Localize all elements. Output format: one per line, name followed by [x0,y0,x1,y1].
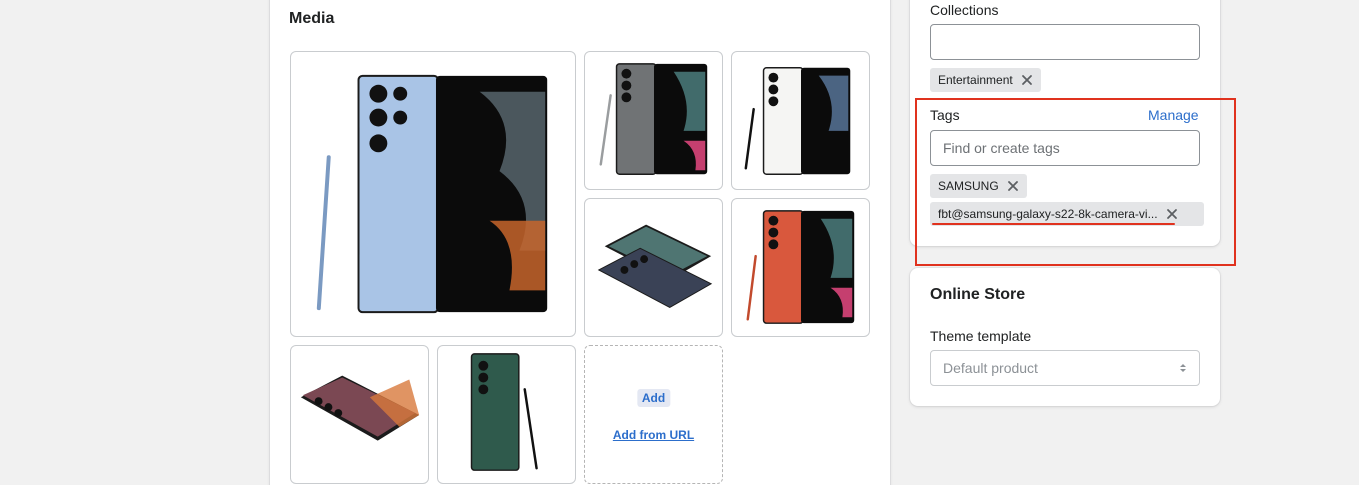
media-add-dropzone[interactable]: Add Add from URL [584,345,723,484]
highlight-underline [932,223,1175,225]
media-image-red[interactable] [731,198,870,337]
media-image-graphite[interactable] [584,51,723,190]
collection-chip-entertainment: Entertainment [930,68,1041,92]
theme-template-value: Default product [943,360,1038,376]
phone-image-green [470,353,538,471]
remove-collection-icon[interactable] [1021,74,1033,86]
phone-image-white [744,67,851,175]
online-store-card: Online Store Theme template Default prod… [910,268,1220,406]
theme-template-label: Theme template [930,328,1032,344]
phone-image-red [746,210,855,324]
remove-tag-icon[interactable] [1166,208,1178,220]
theme-template-select[interactable]: Default product [930,350,1200,386]
remove-tag-icon[interactable] [1007,180,1019,192]
media-card: Media Add Add from URL [270,0,890,485]
phone-image-graphite [599,63,708,175]
add-media-button[interactable]: Add [636,389,671,407]
media-image-white[interactable] [731,51,870,190]
media-image-burgundy[interactable] [290,345,429,484]
collections-input[interactable] [930,24,1200,60]
collections-label: Collections [930,2,999,18]
tags-input[interactable] [930,130,1200,166]
collection-chip-label: Entertainment [938,73,1013,87]
phone-image-blue [316,74,548,314]
online-store-title: Online Store [930,286,1026,303]
media-image-green[interactable] [437,345,576,484]
phone-image-flat [597,224,713,308]
organization-card: Collections Entertainment Tags Manage SA… [910,0,1220,246]
tags-label: Tags [930,107,960,123]
phone-image-burgundy [300,375,420,441]
media-image-flat[interactable] [584,198,723,337]
media-image-main[interactable] [290,51,576,337]
manage-tags-link[interactable]: Manage [1148,107,1199,123]
tag-chip-label: SAMSUNG [938,179,999,193]
tag-chip-samsung: SAMSUNG [930,174,1027,198]
select-arrows-icon [1180,364,1186,372]
add-from-url-link[interactable]: Add from URL [585,428,722,442]
media-title: Media [289,10,335,27]
